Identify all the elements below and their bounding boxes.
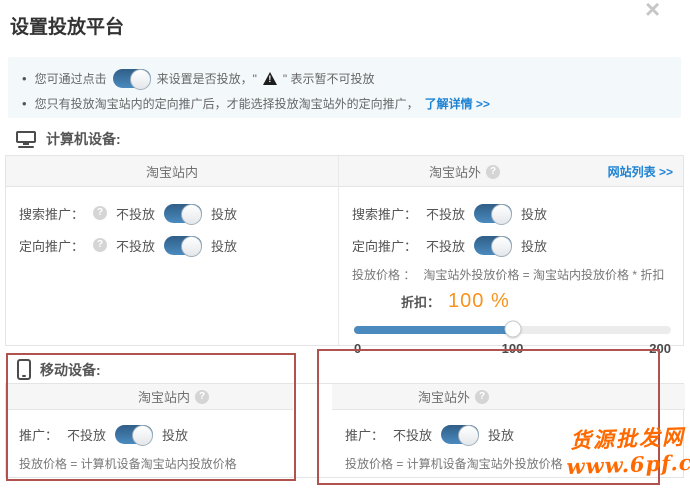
mobile-onsite-header: 淘宝站内 ? [6,384,293,410]
mobile-offsite-header: 淘宝站外 ? [332,384,685,410]
notice-panel: • 您可通过点击 来设置是否投放，" ! " 表示暂不可投放 • 您只有投放淘宝… [8,57,681,118]
toggle-off-label: 不投放 [393,427,433,443]
row-label: 推广： [345,427,385,443]
toggle-on-label: 投放 [162,427,189,443]
toggle-on-label: 投放 [521,238,548,254]
toggle-off-label: 不投放 [426,206,466,222]
price-formula: 淘宝站外投放价格 = 淘宝站内投放价格 * 折扣 [423,267,665,282]
mobile-section-header: 移动设备: [17,359,101,380]
monitor-icon [15,130,37,148]
phone-icon [17,359,31,380]
computer-settings-table: 淘宝站内 淘宝站外 ? 网站列表 >> 搜索推广： ? 不投放 投放 定向推广：… [5,155,684,356]
notice-line-1: • 您可通过点击 来设置是否投放，" ! " 表示暂不可投放 [22,68,375,90]
toggle-off-label: 不投放 [116,206,156,222]
computer-onsite-column: 搜索推广： ? 不投放 投放 定向推广： ? 不投放 投放 [6,188,338,261]
notice-text: " 表示暂不可投放 [282,71,375,86]
help-icon[interactable]: ? [195,389,209,404]
notice-text: 来设置是否投放，" [156,71,257,86]
row-label: 搜索推广： [352,206,418,222]
computer-section-header: 计算机设备: [15,129,121,149]
row-label: 搜索推广： [19,206,85,222]
help-icon[interactable]: ? [93,238,108,252]
help-icon[interactable]: ? [475,389,489,404]
example-toggle[interactable] [112,68,151,90]
slider-mid-label: 100 [501,341,524,356]
slider-scale: 0 100 200 [354,341,671,356]
targeted-promo-row: 定向推广： ? 不投放 投放 [6,229,338,261]
help-icon[interactable]: ? [486,164,500,179]
computer-section-title: 计算机设备: [46,131,121,147]
toggle-on-label: 投放 [488,427,515,443]
notice-line-2: • 您只有投放淘宝站内的定向推广后，才能选择投放淘宝站外的定向推广， 了解详情 … [22,94,490,112]
search-promo-row: 搜索推广： ? 不投放 投放 [6,197,338,229]
mobile-section-title: 移动设备: [40,361,101,378]
onsite-search-promo-toggle[interactable] [164,203,203,225]
price-label: 投放价格 ： [352,267,416,282]
mobile-onsite-promo-toggle[interactable] [115,424,154,446]
mobile-offsite-promo-toggle[interactable] [441,424,480,446]
price-formula-row: 投放价格 ： 淘宝站外投放价格 = 淘宝站内投放价格 * 折扣 [339,261,685,287]
warning-icon: ! [262,71,277,85]
offsite-targeted-promo-toggle[interactable] [474,235,513,257]
discount-row: 折扣： 100 % [339,287,685,315]
toggle-off-label: 不投放 [426,238,466,254]
mobile-onsite-column: 推广： 不投放 投放 投放价格 = 计算机设备淘宝站内投放价格 [6,411,332,477]
learn-more-link[interactable]: 了解详情 >> [425,95,490,112]
row-label: 推广： [19,427,59,443]
help-icon[interactable]: ? [93,206,108,220]
toggle-on-label: 投放 [211,206,238,222]
slider-min-label: 0 [354,341,362,356]
close-icon[interactable]: × [645,0,660,25]
onsite-targeted-promo-toggle[interactable] [164,235,203,257]
promo-row: 推广： 不投放 投放 [6,419,332,449]
discount-label: 折扣： [401,294,441,310]
page-title: 设置投放平台 [10,17,125,38]
toggle-off-label: 不投放 [116,238,156,254]
bullet-icon: • [22,70,27,86]
site-list-link[interactable]: 网站列表 >> [608,163,673,180]
watermark-line-2: www.6pf.cn [566,449,690,480]
notice-text: 您只有投放淘宝站内的定向推广后，才能选择投放淘宝站外的定向推广， [34,96,419,111]
discount-slider[interactable] [354,320,671,338]
targeted-promo-row: 定向推广： 不投放 投放 [339,229,685,261]
search-promo-row: 搜索推广： 不投放 投放 [339,197,685,229]
computer-onsite-header: 淘宝站内 [145,165,198,180]
slider-fill [354,326,513,334]
notice-text: 您可通过点击 [34,71,107,86]
toggle-on-label: 投放 [521,206,548,222]
slider-knob[interactable] [504,320,521,338]
computer-offsite-column: 搜索推广： 不投放 投放 定向推广： 不投放 投放 投放价格 ： 淘宝站外投放价… [339,188,685,356]
row-label: 定向推广： [352,238,418,254]
discount-value: 100 % [448,289,510,312]
toggle-off-label: 不投放 [67,427,107,443]
slider-max-label: 200 [649,341,671,356]
offsite-search-promo-toggle[interactable] [474,203,513,225]
mobile-onsite-price-formula: 投放价格 = 计算机设备淘宝站内投放价格 [19,456,237,471]
bullet-icon: • [22,95,27,111]
row-label: 定向推广： [19,238,85,254]
toggle-on-label: 投放 [211,238,238,254]
watermark: 货源批发网 www.6pf.cn [565,424,690,481]
